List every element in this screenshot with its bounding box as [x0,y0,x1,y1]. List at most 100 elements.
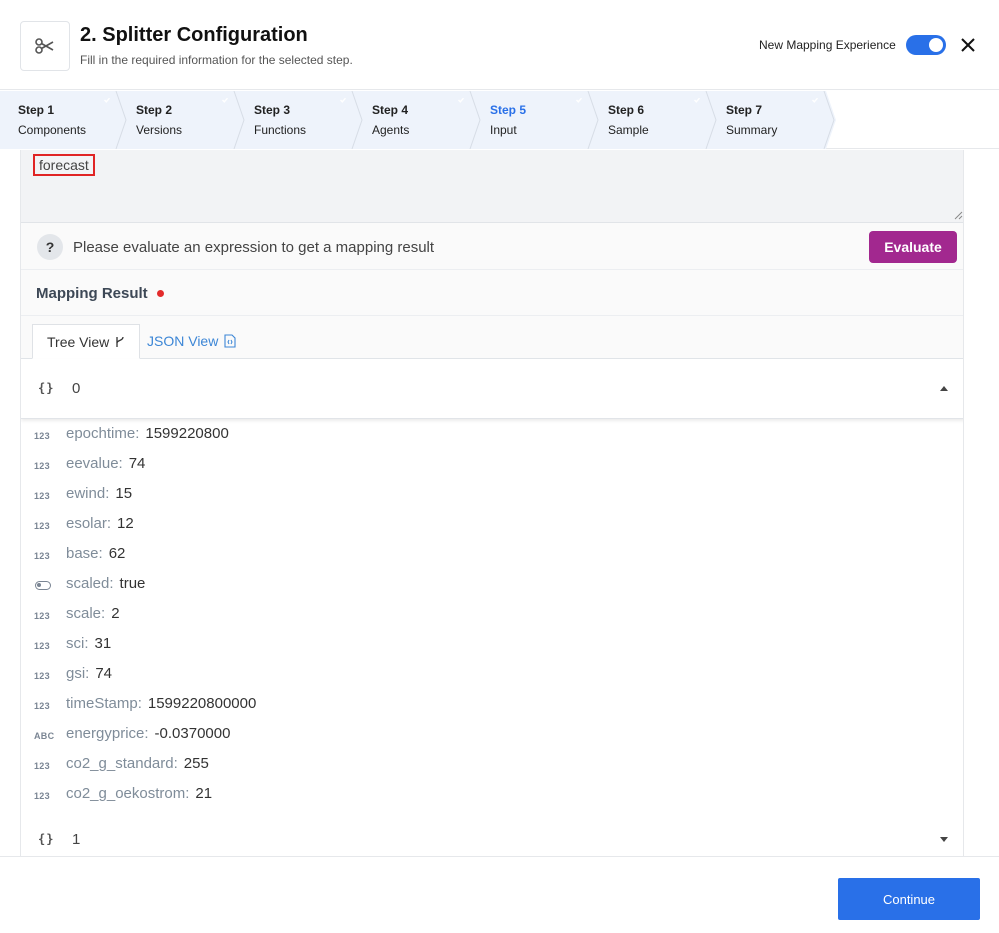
check-icon [339,91,347,109]
item-value: true [119,575,146,592]
view-tabs: Tree View JSON View [21,316,963,359]
step-number: Step 7 [726,103,763,117]
tree-item: 123 co2_g_oekostrom: 21 [21,780,963,810]
step-versions[interactable]: Step 2 Versions [136,91,246,149]
tree-item-key: epochtime: 1599220800 [66,425,229,442]
step-label: Sample [608,123,649,137]
close-icon [961,38,975,52]
expand-caret-icon[interactable] [940,837,948,842]
tree-item: 123 sci: 31 [21,630,963,660]
string-type-badge: ABC [34,731,55,741]
boolean-toggle-icon [35,581,51,590]
check-icon [693,91,701,109]
tab-label: Tree View [47,334,110,350]
evaluate-message: Please evaluate an expression to get a m… [73,239,435,256]
check-icon [457,91,465,109]
tree-item: 123 base: 62 [21,540,963,570]
item-key: esolar: [66,515,112,532]
step-components[interactable]: Step 1 Components [18,91,128,149]
item-key: energyprice: [66,725,149,742]
step-input[interactable]: Step 5 Input [490,91,600,149]
item-key: base: [66,545,103,562]
object-braces-icon: {} [38,832,55,846]
step-label: Summary [726,123,778,137]
scissors-icon [35,38,54,54]
new-mapping-toggle[interactable] [906,35,946,55]
item-key: epochtime: [66,425,140,442]
tree-item: 123 esolar: 12 [21,510,963,540]
item-value: 74 [95,665,113,682]
tree-item-key: scaled: true [66,575,145,592]
resize-grip-icon[interactable] [953,210,963,220]
json-file-icon [224,334,236,348]
step-number: Step 4 [372,103,409,117]
mapping-panel: forecast ? Please evaluate an expression… [20,150,964,856]
item-value: 74 [128,455,146,472]
tree-item-key: base: 62 [66,545,125,562]
expression-value[interactable]: forecast [33,154,95,176]
mapping-result-header: Mapping Result [21,270,963,316]
number-type-badge: 123 [34,461,50,471]
item-value: 21 [195,785,213,802]
tab-tree-view[interactable]: Tree View [32,324,141,359]
tree-item-key: co2_g_oekostrom: 21 [66,785,212,802]
item-value: 1599220800000 [147,695,257,712]
item-value: 15 [115,485,133,502]
group-header-0[interactable]: {} 0 [21,359,963,419]
step-number: Step 6 [608,103,645,117]
step-number: Step 2 [136,103,173,117]
item-key: timeStamp: [66,695,142,712]
tree-branch-icon [116,336,124,347]
collapse-caret-icon[interactable] [940,386,948,391]
tree-item: ABC energyprice: -0.0370000 [21,720,963,750]
step-label: Input [490,123,517,137]
tree-items: 123 epochtime: 1599220800 123 eevalue: 74 … [21,420,963,810]
tab-json-view[interactable]: JSON View [133,324,250,359]
question-icon: ? [37,234,63,260]
step-summary[interactable]: Step 7 Summary [726,91,836,149]
wizard-stepper: Step 1 Components Step 2 Versions Step 3… [0,91,999,149]
item-key: sci: [66,635,89,652]
group-header-1[interactable]: {} 1 [21,816,963,856]
tree-item-key: esolar: 12 [66,515,134,532]
new-mapping-label: New Mapping Experience [759,38,896,52]
number-type-badge: 123 [34,431,50,441]
item-key: co2_g_standard: [66,755,178,772]
splitter-tool-badge [20,21,70,71]
group-index: 1 [72,831,81,848]
tab-label: JSON View [147,333,219,349]
item-key: eevalue: [66,455,123,472]
tree-item: 123 epochtime: 1599220800 [21,420,963,450]
dialog-header: 2. Splitter Configuration Fill in the re… [0,0,999,90]
number-type-badge: 123 [34,521,50,531]
check-icon [221,91,229,109]
number-type-badge: 123 [34,551,50,561]
step-functions[interactable]: Step 3 Functions [254,91,364,149]
group-index: 0 [72,380,81,397]
object-braces-icon: {} [38,381,55,395]
step-label: Agents [372,123,410,137]
step-number: Step 5 [490,103,527,117]
tree-item-key: co2_g_standard: 255 [66,755,209,772]
tree-item: 123 eevalue: 74 [21,450,963,480]
check-icon [811,91,819,109]
continue-button[interactable]: Continue [838,878,980,920]
item-value: 12 [117,515,134,532]
tree-item-key: eevalue: 74 [66,455,145,472]
number-type-badge: 123 [34,791,50,801]
step-label: Components [18,123,87,137]
step-agents[interactable]: Step 4 Agents [372,91,482,149]
tree-item-key: timeStamp: 1599220800000 [66,695,256,712]
number-type-badge: 123 [34,491,50,501]
number-type-badge: 123 [34,761,50,771]
tree-item: scaled: true [21,570,963,600]
evaluate-button[interactable]: Evaluate [869,231,957,263]
step-sample[interactable]: Step 6 Sample [608,91,718,149]
number-type-badge: 123 [34,641,50,651]
close-button[interactable] [958,35,978,55]
expression-editor[interactable]: forecast [21,150,963,223]
page-title: 2. Splitter Configuration [80,24,308,46]
check-icon [103,91,111,109]
check-icon [575,91,583,109]
step-label: Versions [136,123,183,137]
